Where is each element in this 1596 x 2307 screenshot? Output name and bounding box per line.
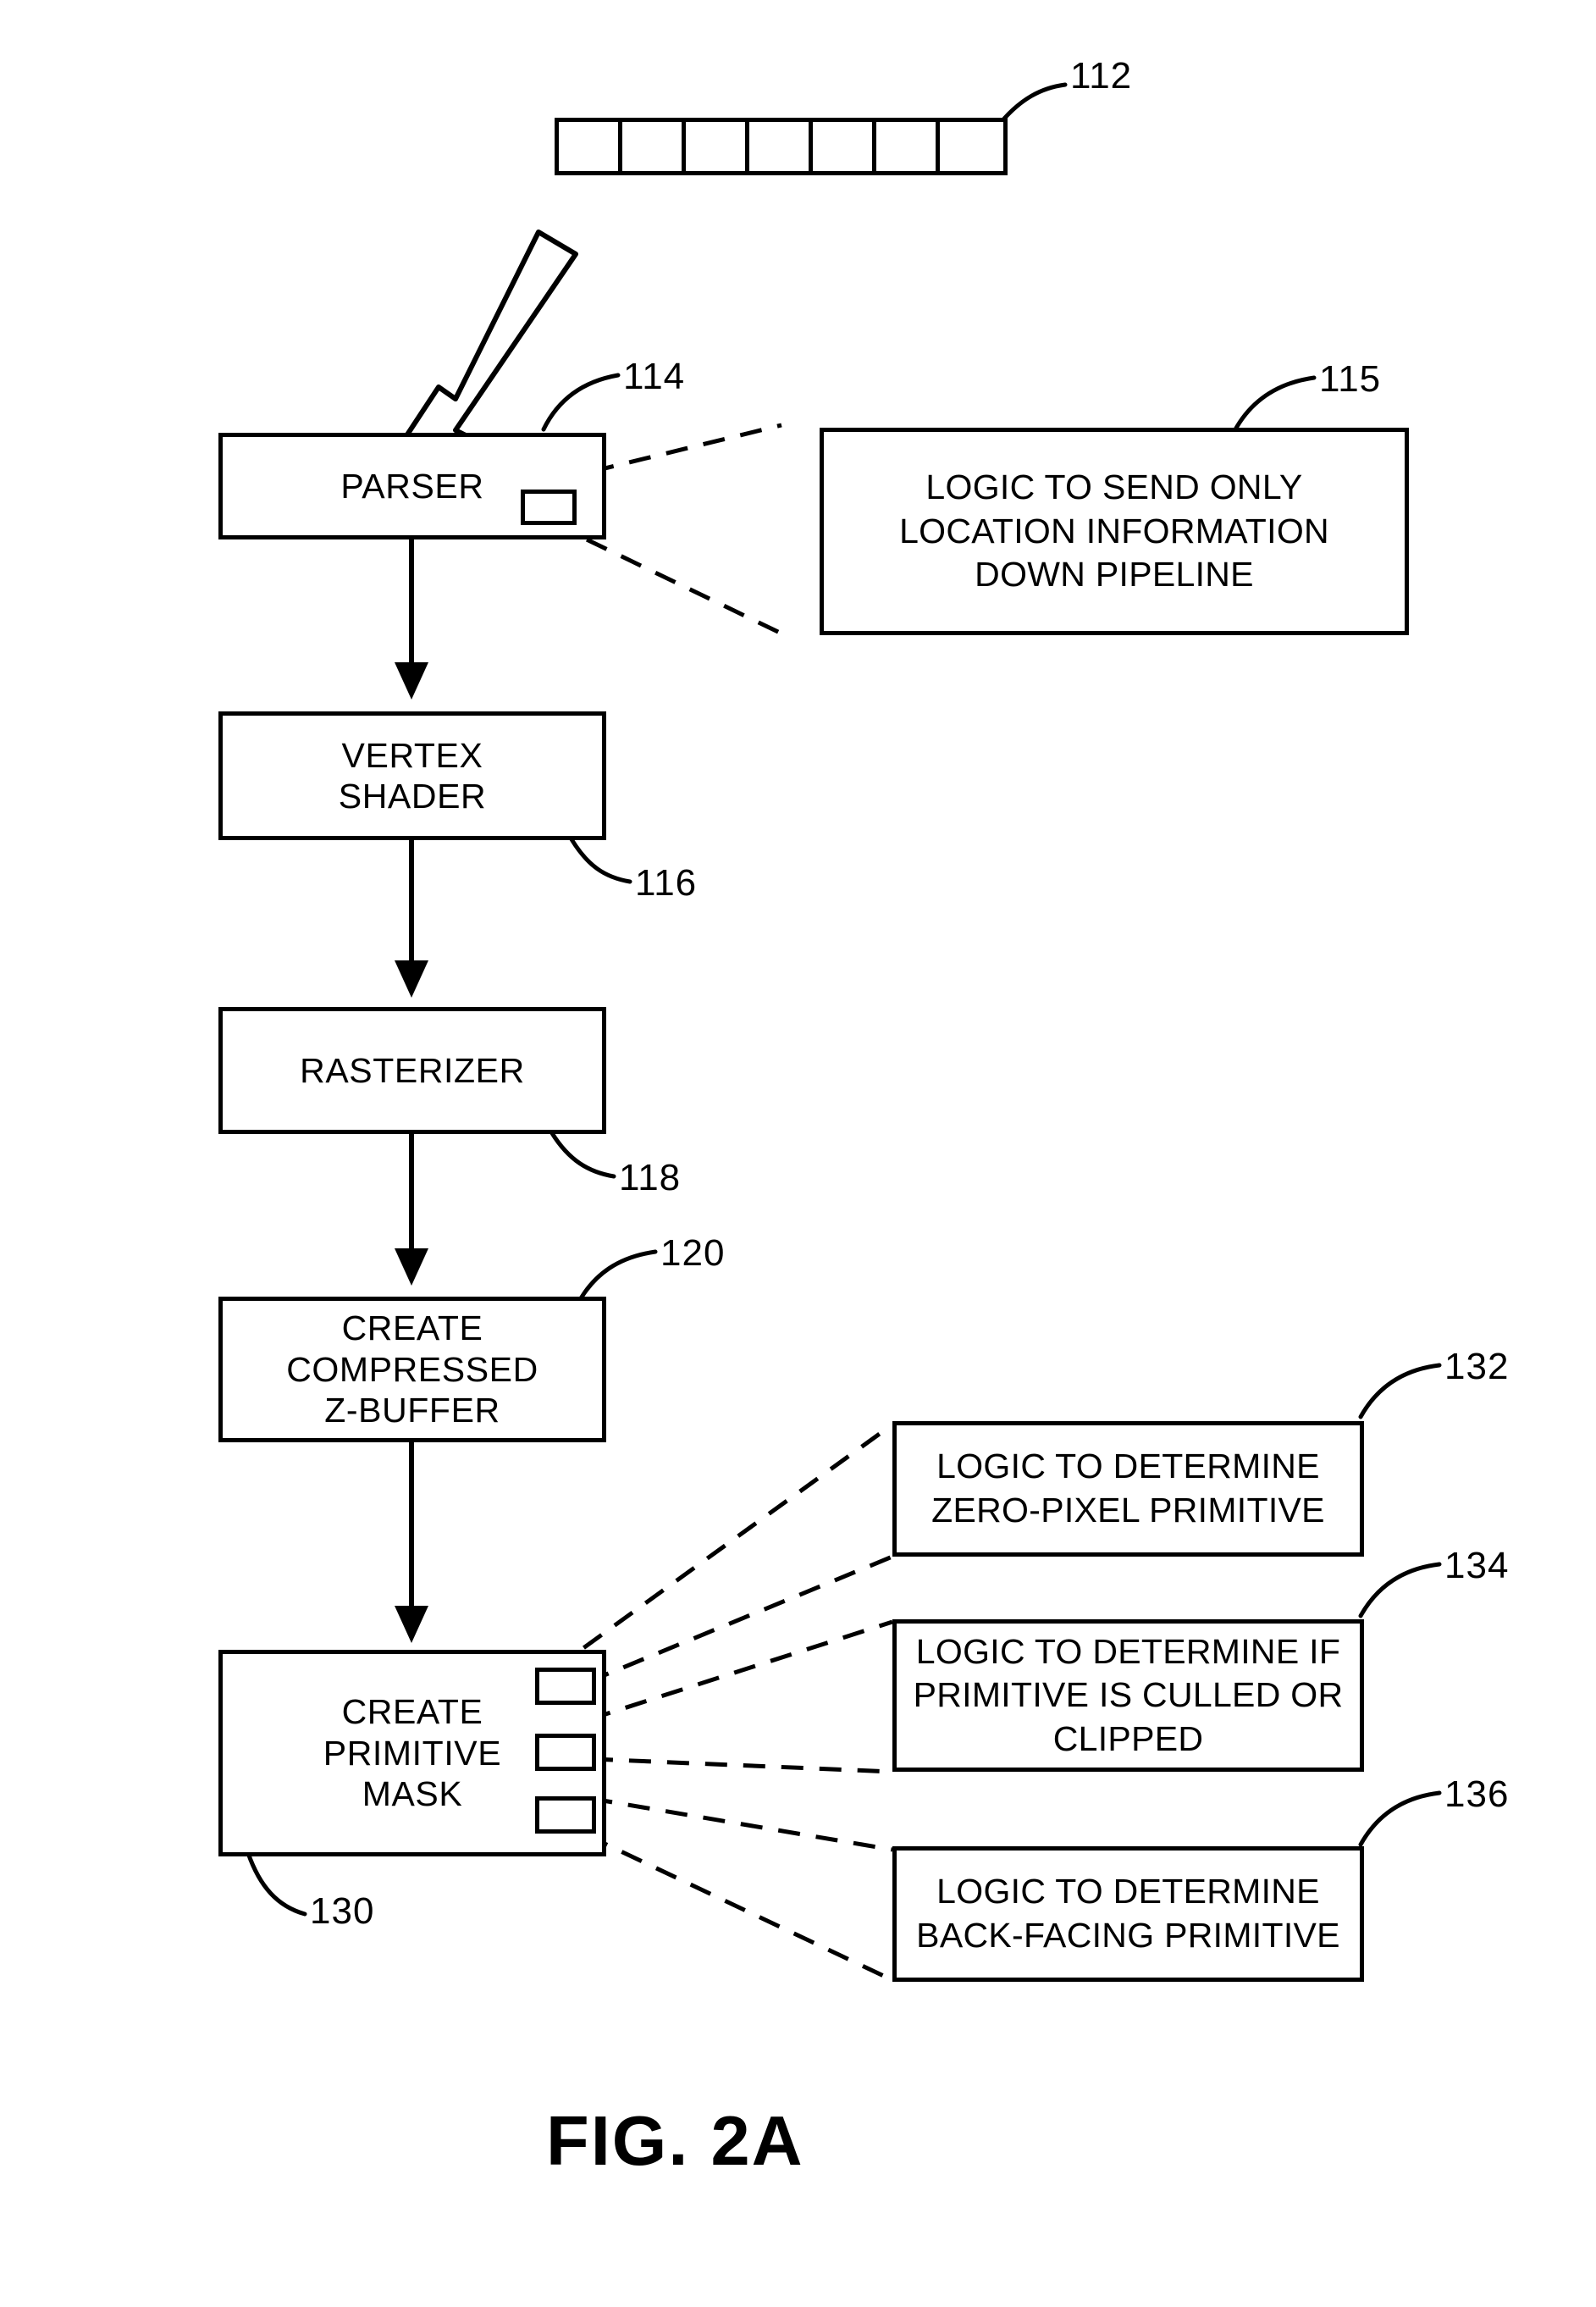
stage-vertex-shader-label: VERTEX SHADER bbox=[338, 735, 487, 816]
ref-numeral-134: 134 bbox=[1444, 1545, 1510, 1586]
patent-figure: 112 PARSER 114 LOGIC TO SEND ONLY LOCATI… bbox=[0, 0, 1596, 2307]
stage-parser: PARSER bbox=[218, 433, 606, 539]
ref-numeral-115: 115 bbox=[1319, 358, 1382, 400]
stage-parser-label: PARSER bbox=[340, 466, 484, 506]
stage-create-compressed-zbuffer-label: CREATE COMPRESSED Z-BUFFER bbox=[286, 1308, 538, 1430]
logic-box-send-location-label: LOGIC TO SEND ONLY LOCATION INFORMATION … bbox=[899, 467, 1329, 595]
stage-create-primitive-mask: CREATE PRIMITIVE MASK bbox=[218, 1650, 606, 1856]
ref-numeral-130: 130 bbox=[310, 1890, 375, 1932]
input-buffer bbox=[555, 118, 1008, 175]
logic-box-back-facing-label: LOGIC TO DETERMINE BACK-FACING PRIMITIVE bbox=[916, 1872, 1340, 1955]
logic-box-back-facing: LOGIC TO DETERMINE BACK-FACING PRIMITIVE bbox=[892, 1846, 1364, 1982]
figure-caption: FIG. 2A bbox=[546, 2101, 804, 2180]
logic-box-culled-clipped: LOGIC TO DETERMINE IF PRIMITIVE IS CULLE… bbox=[892, 1619, 1364, 1772]
logic-box-zero-pixel-label: LOGIC TO DETERMINE ZERO-PIXEL PRIMITIVE bbox=[931, 1447, 1325, 1530]
leader-132 bbox=[1358, 1363, 1442, 1419]
connector-chip1-to-132-top bbox=[551, 1422, 894, 1673]
ref-numeral-136: 136 bbox=[1444, 1773, 1510, 1815]
arrow-parser-to-vertex-head bbox=[395, 662, 428, 700]
logic-box-culled-clipped-label: LOGIC TO DETERMINE IF PRIMITIVE IS CULLE… bbox=[913, 1631, 1344, 1758]
arrow-vertex-to-raster-head bbox=[395, 960, 428, 998]
leader-134 bbox=[1358, 1562, 1442, 1618]
ref-numeral-118: 118 bbox=[619, 1157, 682, 1198]
leader-130 bbox=[246, 1851, 307, 1917]
ref-numeral-120: 120 bbox=[660, 1232, 726, 1274]
ref-numeral-114: 114 bbox=[623, 356, 686, 397]
stage-rasterizer-label: RASTERIZER bbox=[300, 1050, 525, 1090]
stage-create-compressed-zbuffer: CREATE COMPRESSED Z-BUFFER bbox=[218, 1297, 606, 1442]
buffer-cell bbox=[559, 122, 623, 171]
buffer-cell bbox=[940, 122, 1003, 171]
leader-136 bbox=[1358, 1790, 1442, 1847]
leader-116 bbox=[569, 837, 632, 884]
buffer-cell bbox=[686, 122, 750, 171]
leader-114 bbox=[541, 373, 621, 432]
stage-create-primitive-mask-label: CREATE PRIMITIVE MASK bbox=[323, 1692, 502, 1814]
buffer-cell bbox=[813, 122, 877, 171]
mask-logic-chip-culled-clipped bbox=[535, 1734, 596, 1771]
logic-box-zero-pixel: LOGIC TO DETERMINE ZERO-PIXEL PRIMITIVE bbox=[892, 1421, 1364, 1557]
mask-logic-chip-zero-pixel bbox=[535, 1668, 596, 1705]
buffer-cell bbox=[749, 122, 814, 171]
buffer-cell bbox=[876, 122, 941, 171]
leader-115 bbox=[1232, 375, 1317, 434]
ref-numeral-112: 112 bbox=[1070, 55, 1133, 97]
parser-logic-chip bbox=[521, 490, 577, 525]
leader-112 bbox=[1002, 82, 1068, 121]
arrow-zbuffer-to-mask-head bbox=[395, 1606, 428, 1643]
arrow-raster-to-zbuffer-head bbox=[395, 1248, 428, 1286]
stage-vertex-shader: VERTEX SHADER bbox=[218, 711, 606, 840]
stage-rasterizer: RASTERIZER bbox=[218, 1007, 606, 1134]
logic-box-send-location: LOGIC TO SEND ONLY LOCATION INFORMATION … bbox=[820, 428, 1409, 635]
leader-118 bbox=[549, 1131, 616, 1179]
ref-numeral-132: 132 bbox=[1444, 1346, 1510, 1387]
buffer-cell bbox=[622, 122, 687, 171]
ref-numeral-116: 116 bbox=[635, 862, 698, 904]
big-input-arrow bbox=[390, 230, 578, 459]
mask-logic-chip-back-facing bbox=[535, 1796, 596, 1834]
